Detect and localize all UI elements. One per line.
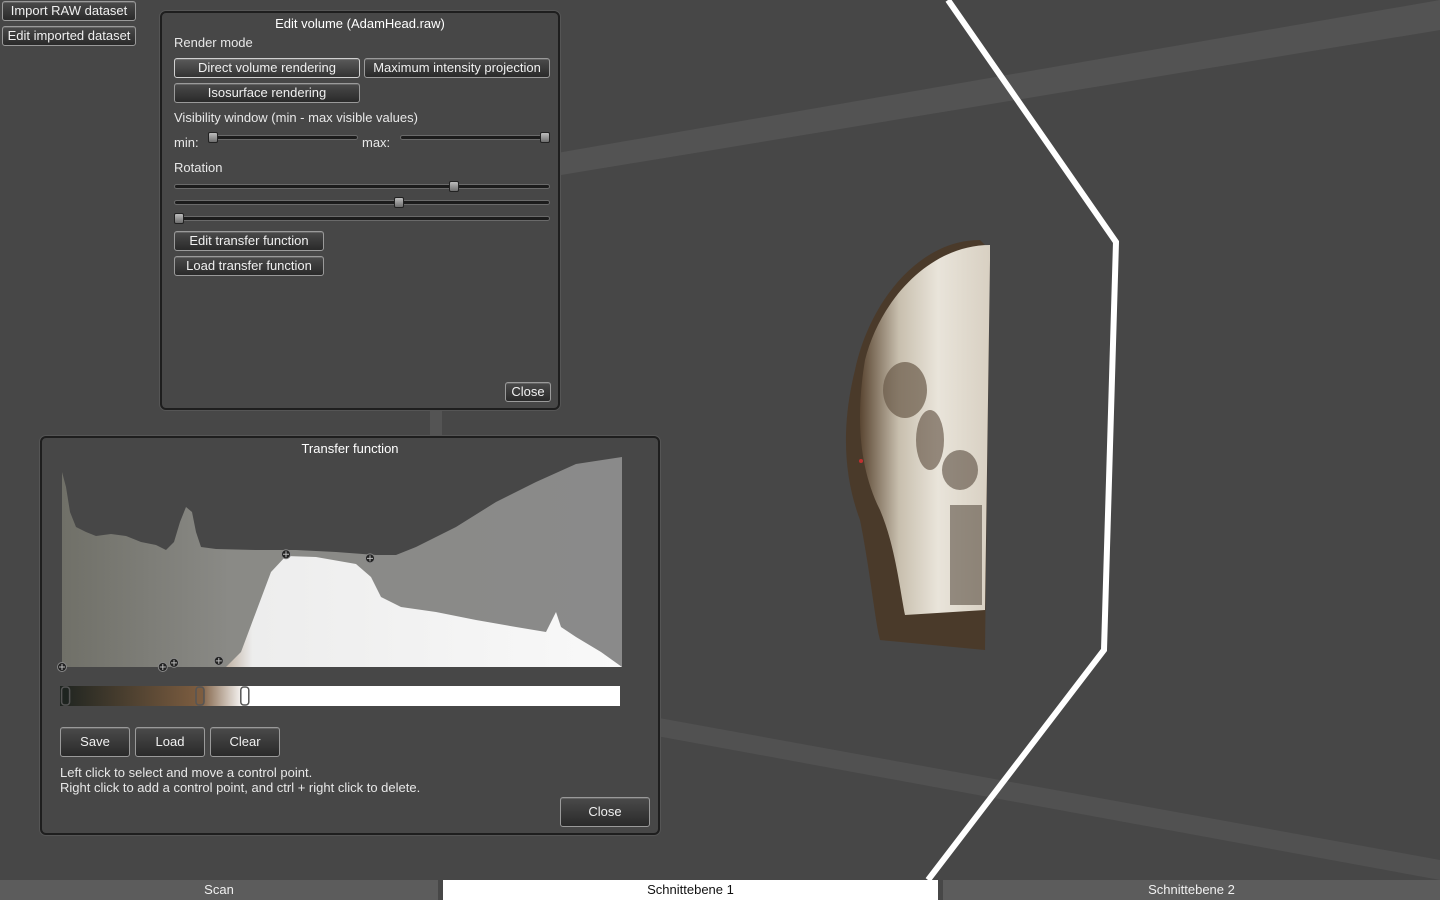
color-control-point[interactable] [240, 686, 250, 706]
color-control-point[interactable] [195, 686, 205, 706]
transfer-function-panel: Transfer function Save Load Clear Left c… [40, 436, 660, 835]
color-control-point[interactable] [60, 686, 71, 706]
rotation-y-thumb[interactable] [393, 197, 404, 208]
tf-help-line-2: Right click to add a control point, and … [60, 780, 421, 795]
edit-transfer-function-button[interactable]: Edit transfer function [174, 231, 324, 251]
visibility-max-slider[interactable] [400, 135, 550, 140]
rotation-x-slider[interactable] [174, 184, 550, 189]
color-gradient-bar[interactable] [60, 686, 620, 706]
tab-schnittebene-1[interactable]: Schnittebene 1 [443, 880, 938, 900]
edit-volume-title: Edit volume (AdamHead.raw) [275, 16, 445, 31]
isosurface-rendering-button[interactable]: Isosurface rendering [174, 83, 360, 103]
slice-plane-band [430, 0, 1440, 195]
maximum-intensity-projection-button[interactable]: Maximum intensity projection [364, 58, 550, 78]
edit-volume-panel: Edit volume (AdamHead.raw) Render mode D… [160, 11, 560, 410]
edit-volume-close-button[interactable]: Close [505, 382, 551, 402]
max-label: max: [362, 135, 391, 150]
render-mode-label: Render mode [174, 35, 253, 50]
tf-help-line-1: Left click to select and move a control … [60, 765, 313, 780]
rotation-y-slider[interactable] [174, 200, 550, 205]
rotation-z-slider[interactable] [174, 216, 550, 221]
skull-volume-render [845, 240, 990, 650]
load-transfer-function-button[interactable]: Load transfer function [174, 256, 324, 276]
tab-schnittebene-2[interactable]: Schnittebene 2 [943, 880, 1440, 900]
tf-clear-button[interactable]: Clear [210, 727, 280, 757]
rotation-label: Rotation [174, 160, 223, 175]
transfer-function-graph[interactable] [56, 452, 642, 672]
visibility-min-slider[interactable] [208, 135, 358, 140]
visibility-max-thumb[interactable] [540, 132, 550, 143]
rotation-z-thumb[interactable] [174, 213, 184, 224]
edit-imported-dataset-button[interactable]: Edit imported dataset [2, 26, 136, 46]
visibility-min-thumb[interactable] [208, 132, 218, 143]
min-label: min: [174, 135, 199, 150]
tf-close-button[interactable]: Close [560, 797, 650, 827]
rotation-x-thumb[interactable] [448, 181, 459, 192]
tf-save-button[interactable]: Save [60, 727, 130, 757]
tf-load-button[interactable]: Load [135, 727, 205, 757]
tab-scan[interactable]: Scan [0, 880, 438, 900]
direct-volume-rendering-button[interactable]: Direct volume rendering [174, 58, 360, 78]
import-raw-dataset-button[interactable]: Import RAW dataset [2, 1, 136, 21]
visibility-window-label: Visibility window (min - max visible val… [174, 110, 418, 125]
